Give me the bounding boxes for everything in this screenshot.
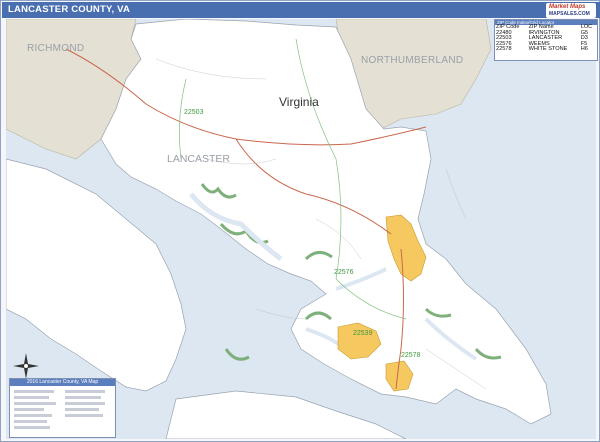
key-row [14, 426, 50, 429]
zip-label-22576: 22576 [334, 269, 354, 276]
brand-logo: Market Maps MAPSALES.COM [546, 3, 596, 18]
table-row: 22578 WHITE STONE H6 [495, 47, 597, 53]
key-row [14, 420, 47, 423]
key-row [65, 414, 103, 417]
key-row [65, 402, 105, 405]
title-bar: LANCASTER COUNTY, VA Market Maps MAPSALE… [2, 2, 600, 18]
key-row [65, 396, 101, 399]
map-title: LANCASTER COUNTY, VA [8, 4, 131, 15]
key-row [14, 408, 44, 411]
map-frame: LANCASTER COUNTY, VA Market Maps MAPSALE… [0, 0, 600, 442]
zip-label-22503: 22503 [184, 109, 204, 116]
label-richmond: RICHMOND [27, 43, 85, 54]
map-key-box: 2016 Lancaster County, VA Map [9, 378, 116, 438]
map-key-title: 2016 Lancaster County, VA Map [10, 379, 115, 386]
label-northumberland: NORTHUMBERLAND [361, 55, 464, 66]
compass-rose-icon [13, 353, 39, 379]
zip-label-22539: 22539 [353, 330, 373, 337]
label-lancaster: LANCASTER [167, 153, 231, 165]
zip-code-cell: 22578 [496, 46, 512, 53]
key-row [14, 396, 49, 399]
brand-line-1: Market Maps [549, 4, 586, 10]
label-virginia: Virginia [279, 95, 319, 109]
zip-label-22578: 22578 [401, 352, 421, 359]
zip-loc-cell: H6 [580, 46, 588, 53]
zip-index-legend: ZIP Code Index/Grid Locator ZIP Code ZIP… [494, 19, 598, 61]
brand-line-2: MAPSALES.COM [549, 11, 590, 17]
key-row [65, 408, 99, 411]
key-row [14, 390, 54, 393]
key-row [14, 414, 52, 417]
key-row [14, 402, 56, 405]
zip-name-cell: WHITE STONE [528, 46, 568, 53]
map-canvas[interactable] [6, 19, 596, 439]
zip-index-table: ZIP Code ZIP Name LOC 22480 IRVINGTON G5… [495, 24, 597, 53]
key-row [65, 390, 105, 393]
